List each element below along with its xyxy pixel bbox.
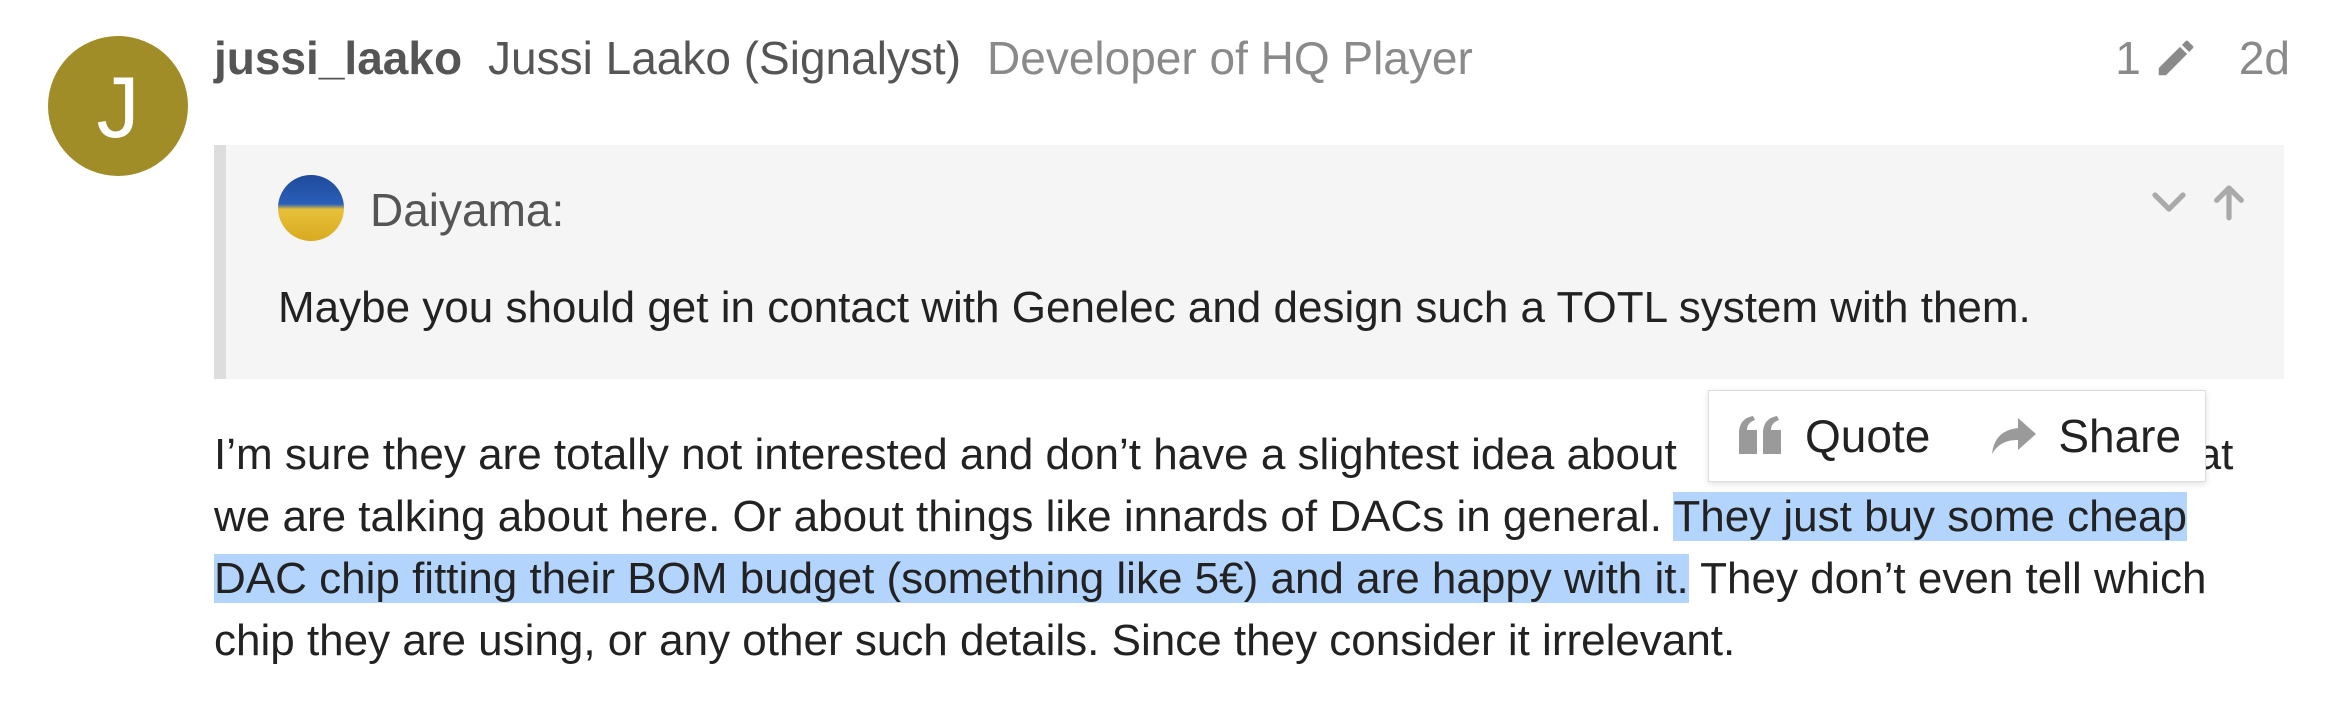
body-text: we are talking about here. Or about thin… — [214, 492, 1674, 541]
quote-button-label: Quote — [1805, 410, 1931, 462]
user-title: Developer of HQ Player — [987, 32, 1473, 84]
quote-button[interactable]: Quote — [1737, 409, 1930, 463]
body-text: They don’t even tell which — [1688, 554, 2207, 603]
share-button[interactable]: Share — [1990, 409, 2181, 463]
body-text: I’m sure they are totally not interested… — [214, 430, 1677, 479]
user-avatar[interactable]: J — [48, 36, 188, 176]
post-date[interactable]: 2d — [2239, 31, 2290, 85]
quote-share-popup: Quote Share — [1708, 390, 2206, 482]
edit-count[interactable]: 1 — [2115, 31, 2141, 85]
selected-text: DAC chip fitting their BOM budget (somet… — [214, 554, 1689, 603]
arrow-up-icon[interactable] — [2208, 181, 2250, 223]
share-icon — [1992, 418, 2037, 454]
quoted-user-avatar[interactable] — [278, 175, 344, 241]
post-header: jussi_laako Jussi Laako (Signalyst) Deve… — [214, 30, 2290, 86]
quote-block: Daiyama: Maybe you should get in contact… — [214, 145, 2284, 379]
quote-icon — [1739, 416, 1781, 454]
pencil-icon[interactable] — [2153, 35, 2199, 81]
user-full-name: Jussi Laako (Signalyst) — [488, 32, 962, 84]
share-button-label: Share — [2058, 410, 2182, 462]
selected-text: They just buy some cheap — [1673, 492, 2187, 541]
body-line: DAC chip fitting their BOM budget (somet… — [214, 548, 2294, 610]
chevron-down-icon[interactable] — [2148, 181, 2190, 223]
avatar-letter: J — [96, 60, 140, 156]
quote-text: Maybe you should get in contact with Gen… — [278, 283, 2031, 332]
body-line: chip they are using, or any other such d… — [214, 610, 2294, 672]
post-meta: 1 2d — [2115, 31, 2290, 85]
body-line: we are talking about here. Or about thin… — [214, 486, 2294, 548]
quote-author: Daiyama: — [370, 184, 565, 236]
username-link[interactable]: jussi_laako — [214, 31, 462, 85]
quote-controls — [2148, 181, 2250, 223]
body-text: chip they are using, or any other such d… — [214, 616, 1736, 665]
